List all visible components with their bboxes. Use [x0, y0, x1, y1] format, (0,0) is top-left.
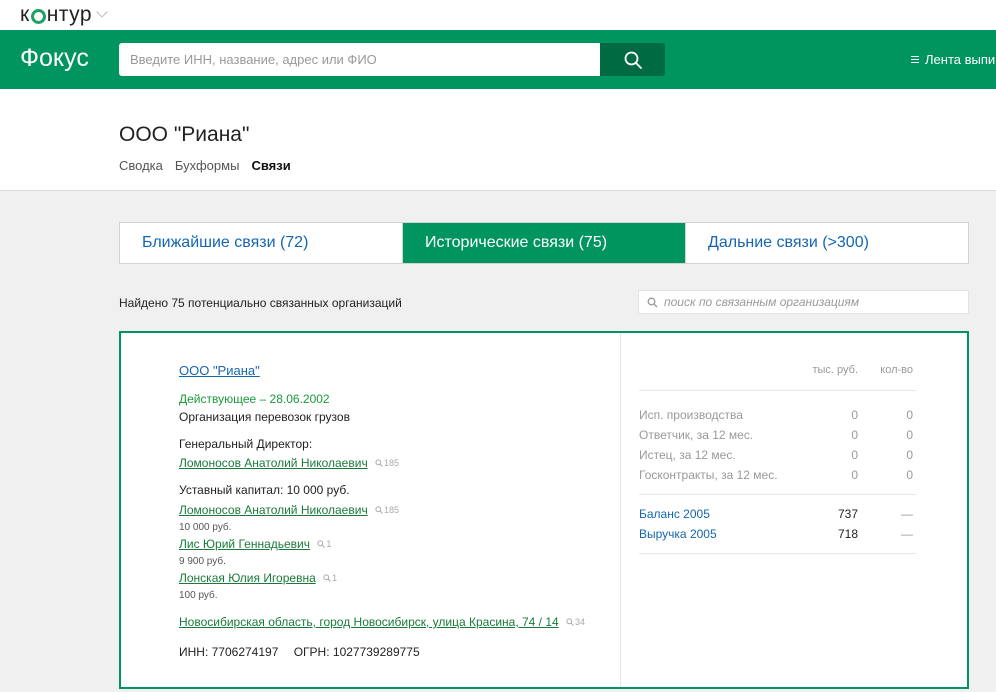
stat-value-enforcement-rub: 0: [851, 408, 858, 422]
related-search-box: [638, 290, 969, 314]
capital-label: Уставный капитал: 10 000 руб.: [179, 483, 350, 497]
search-icon: [566, 618, 574, 626]
links-tabs: Ближайшие связи (72) Исторические связи …: [119, 222, 969, 264]
search-icon: [375, 459, 383, 467]
founder-link-2[interactable]: Лис Юрий Геннадьевич: [179, 537, 310, 551]
page-title: ООО "Риана": [119, 123, 250, 146]
ids-row: ИНН: 7706274197 ОГРН: 1027739289775: [179, 645, 420, 659]
director-count-value: 185: [384, 458, 400, 468]
ogrn-value: ОГРН: 1027739289775: [293, 645, 420, 659]
stats-divider-top: [639, 390, 916, 391]
founder-row-2: Лис Юрий Геннадьевич 1: [179, 537, 331, 551]
chevron-down-icon[interactable]: [96, 6, 108, 18]
search-icon: [624, 51, 642, 69]
founder-link-3[interactable]: Лонская Юлия Игоревна: [179, 571, 316, 585]
company-subnav: Сводка Бухформы Связи: [119, 158, 291, 173]
subnav-bukhforms[interactable]: Бухформы: [175, 158, 240, 173]
address-count[interactable]: 34: [566, 617, 585, 627]
finance-divider: [639, 553, 916, 554]
founder-row-3: Лонская Юлия Игоревна 1: [179, 571, 337, 585]
subnav-summary[interactable]: Сводка: [119, 158, 163, 173]
address-count-value: 34: [575, 617, 586, 627]
finance-balance-count: —: [901, 507, 913, 521]
finance-revenue-value: 718: [837, 527, 858, 541]
org-status: Действующее – 28.06.2002: [179, 392, 330, 406]
stat-value-contracts-rub: 0: [851, 468, 858, 482]
director-row: Ломоносов Анатолий Николаевич 185: [179, 456, 399, 470]
founder-row-1: Ломоносов Анатолий Николаевич 185: [179, 503, 399, 517]
search-bar: [119, 43, 665, 76]
founder-link-1[interactable]: Ломоносов Анатолий Николаевич: [179, 503, 368, 517]
founder-count-value-2: 1: [326, 539, 332, 549]
stats-divider-bottom: [639, 494, 916, 495]
feed-label: Лента выпи: [925, 52, 996, 67]
stat-label-enforcement: Исп. производства: [639, 408, 743, 422]
founder-share-1: 10 000 руб.: [179, 522, 232, 533]
app-header: Фокус Лента выпи: [0, 30, 996, 89]
founder-share-2: 9 900 руб.: [179, 556, 226, 567]
director-label: Генеральный Директор:: [179, 437, 313, 451]
founder-count-2[interactable]: 1: [317, 539, 331, 549]
stat-value-contracts-count: 0: [906, 468, 913, 482]
org-name-link[interactable]: ООО "Риана": [179, 363, 260, 378]
founder-count-1[interactable]: 185: [375, 505, 399, 515]
address-row: Новосибирская область, город Новосибирск…: [179, 615, 585, 629]
founder-count-value-3: 1: [332, 573, 338, 583]
brand-title[interactable]: Фокус: [20, 44, 89, 73]
stat-value-defendant-count: 0: [906, 428, 913, 442]
company-bar: ООО "Риана" Сводка Бухформы Связи: [0, 89, 996, 191]
subnav-links[interactable]: Связи: [251, 158, 290, 173]
org-card: ООО "Риана" Действующее – 28.06.2002 Орг…: [119, 331, 969, 689]
stat-value-defendant-rub: 0: [851, 428, 858, 442]
search-icon: [317, 540, 326, 548]
finance-revenue-link[interactable]: Выручка 2005: [639, 527, 717, 541]
address-link[interactable]: Новосибирская область, город Новосибирск…: [179, 615, 559, 629]
stat-label-contracts: Госконтракты, за 12 мес.: [639, 468, 778, 482]
tab-historical-links[interactable]: Исторические связи (75): [403, 223, 686, 263]
stat-value-enforcement-count: 0: [906, 408, 913, 422]
found-count-text: Найдено 75 потенциально связанных органи…: [119, 296, 402, 310]
finance-balance-value: 737: [837, 507, 858, 521]
search-icon: [647, 297, 658, 307]
kontur-logo[interactable]: к нтур: [20, 3, 108, 27]
search-button[interactable]: [600, 43, 665, 76]
finance-balance-link[interactable]: Баланс 2005: [639, 507, 710, 521]
finance-revenue-count: —: [901, 527, 913, 541]
director-link[interactable]: Ломоносов Анатолий Николаевич: [179, 456, 368, 470]
col-header-thousand-rub: тыс. руб.: [812, 364, 858, 376]
tab-distant-links[interactable]: Дальние связи (>300): [686, 223, 968, 263]
search-input[interactable]: [119, 43, 600, 76]
stat-value-plaintiff-rub: 0: [851, 448, 858, 462]
logo-text-left: к: [20, 3, 30, 26]
list-icon: [911, 56, 919, 63]
card-divider: [620, 333, 621, 687]
logo-ring-icon: [30, 8, 46, 24]
org-activity: Организация перевозок грузов: [179, 410, 350, 424]
founder-count-value-1: 185: [384, 505, 400, 515]
search-icon: [375, 506, 383, 514]
tab-nearest-links[interactable]: Ближайшие связи (72): [120, 223, 403, 263]
feed-link[interactable]: Лента выпи: [911, 52, 995, 67]
stat-value-plaintiff-count: 0: [906, 448, 913, 462]
logo-text-right: нтур: [46, 3, 93, 26]
top-bar: к нтур: [0, 0, 996, 30]
founder-count-3[interactable]: 1: [323, 573, 337, 583]
related-search-input[interactable]: [664, 295, 964, 309]
search-icon: [323, 574, 331, 582]
col-header-count: кол-во: [880, 364, 913, 376]
director-count[interactable]: 185: [375, 458, 399, 468]
stat-label-defendant: Ответчик, за 12 мес.: [639, 428, 754, 442]
stat-label-plaintiff: Истец, за 12 мес.: [639, 448, 736, 462]
founder-share-3: 100 руб.: [179, 590, 218, 601]
inn-value: ИНН: 7706274197: [179, 645, 279, 659]
